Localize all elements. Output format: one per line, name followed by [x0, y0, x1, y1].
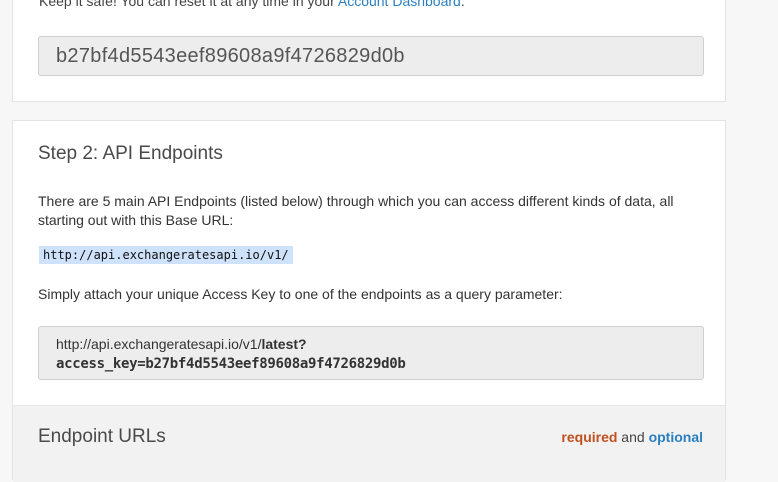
api-endpoints-card: Step 2: API Endpoints There are 5 main A…	[12, 120, 726, 482]
param-legend: required and optional	[561, 429, 703, 445]
base-url-code: http://api.exchangeratesapi.io/v1/	[39, 246, 293, 264]
account-dashboard-link[interactable]: Account Dashboard	[338, 0, 461, 9]
endpoint-urls-title: Endpoint URLs	[38, 426, 166, 447]
intro-text-prefix: Keep it safe! You can reset it at any ti…	[39, 0, 338, 9]
legend-and: and	[617, 429, 649, 445]
access-key-card: Keep it safe! You can reset it at any ti…	[12, 0, 726, 102]
attach-key-text: Simply attach your unique Access Key to …	[38, 286, 563, 302]
access-key-field[interactable]: b27bf4d5543eef89608a9f4726829d0b	[38, 36, 704, 76]
example-endpoint: latest?	[261, 336, 307, 352]
endpoint-urls-header: Endpoint URLs required and optional	[13, 405, 725, 482]
access-key-intro: Keep it safe! You can reset it at any ti…	[39, 0, 465, 9]
example-access-key-param: access_key=b27bf4d5543eef89608a9f4726829…	[56, 356, 406, 372]
endpoints-description: There are 5 main API Endpoints (listed b…	[38, 193, 674, 228]
example-url-prefix: http://api.exchangeratesapi.io/v1/	[56, 336, 262, 352]
intro-text-suffix: .	[460, 0, 465, 9]
step-2-title: Step 2: API Endpoints	[38, 143, 223, 164]
example-request-url[interactable]: http://api.exchangeratesapi.io/v1/latest…	[38, 326, 704, 380]
legend-optional: optional	[648, 429, 703, 445]
legend-required: required	[561, 429, 618, 445]
